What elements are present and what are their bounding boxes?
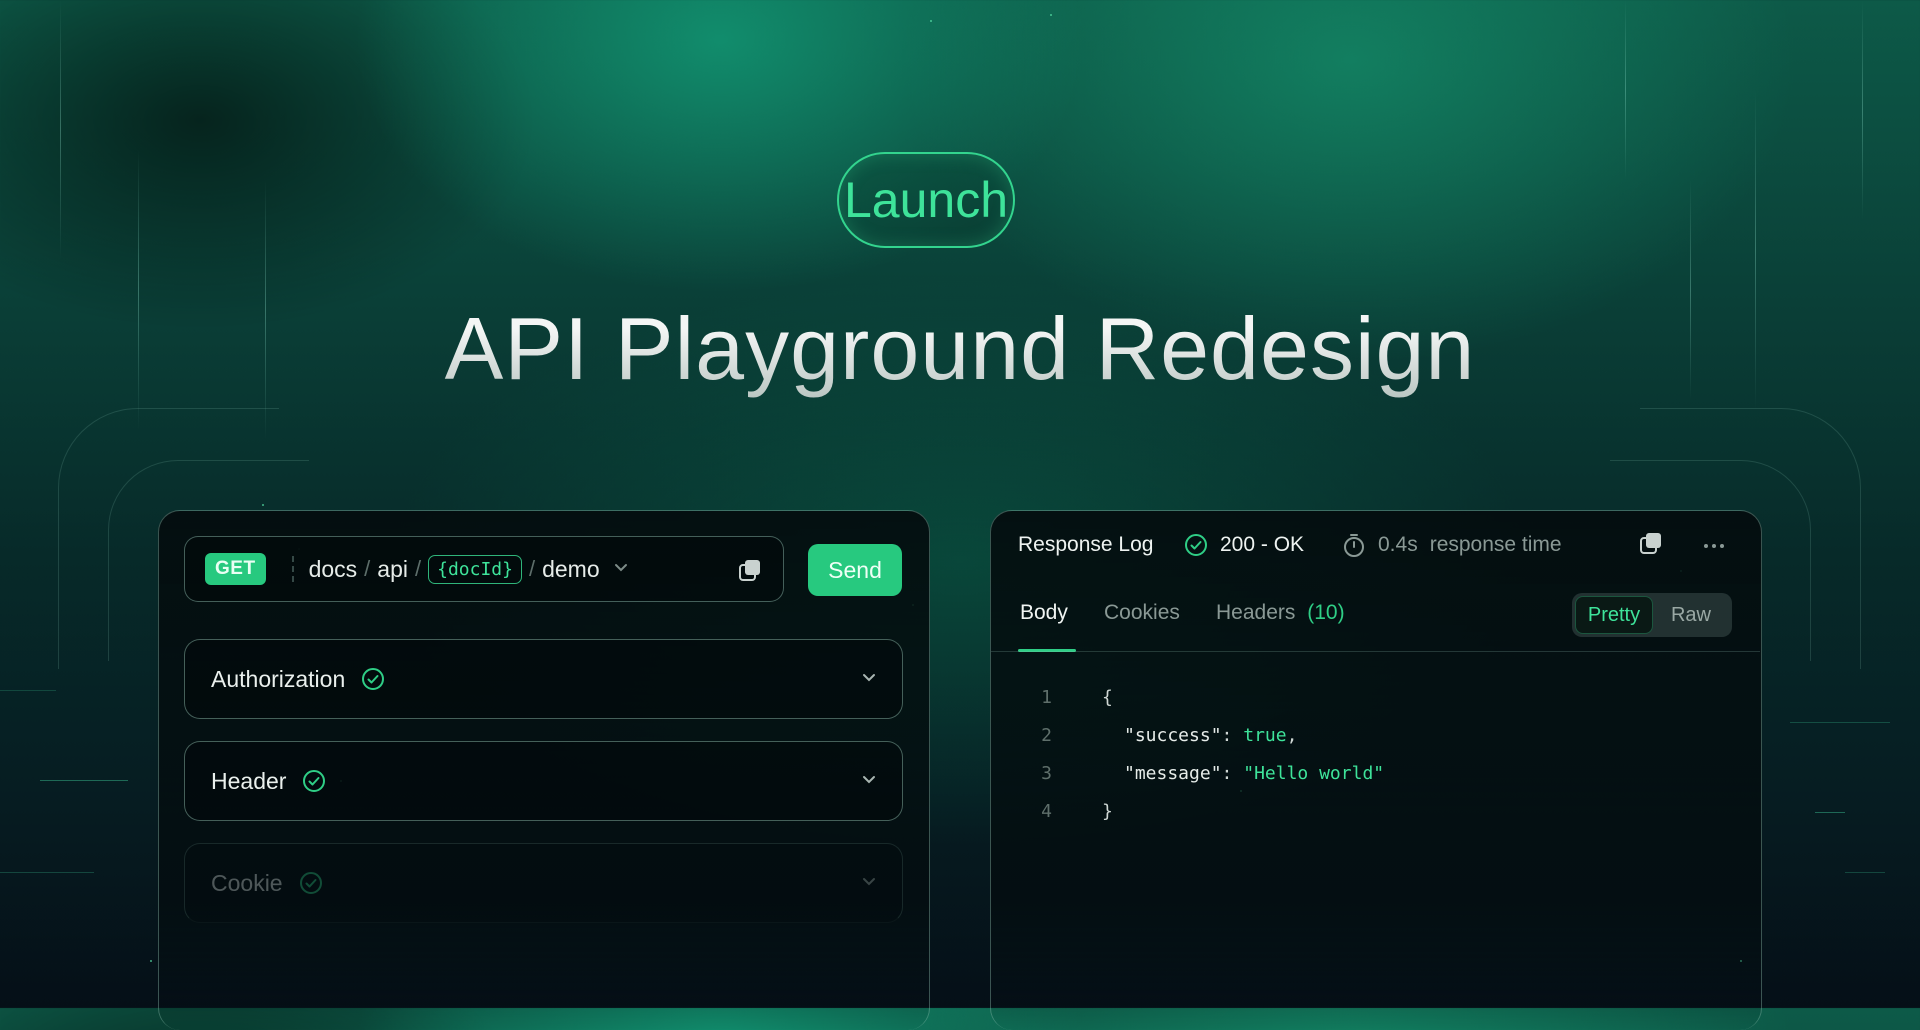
status-text: 200 - OK [1220, 533, 1305, 556]
decor-line [1862, 0, 1863, 220]
path-segment[interactable]: api [377, 556, 408, 583]
tab-cookies[interactable]: Cookies [1104, 601, 1180, 625]
code-line: 1 { [1028, 682, 1113, 712]
response-log-title: Response Log [1018, 530, 1153, 560]
time-value: 0.4s [1378, 533, 1418, 556]
json-colon: : [1221, 762, 1244, 784]
line-number: 1 [1041, 686, 1052, 708]
launch-badge: Launch [837, 152, 1015, 248]
response-log-label: Response Log [1018, 533, 1154, 556]
check-circle-icon [302, 769, 326, 793]
launch-badge-label: Launch [843, 172, 1009, 228]
line-number: 2 [1041, 724, 1052, 746]
chevron-down-icon[interactable] [862, 772, 876, 790]
code-line: 3 "message" : "Hello world" [1028, 758, 1384, 788]
chevron-down-icon[interactable] [862, 874, 876, 892]
path-separator: / [528, 556, 536, 581]
json-value: true [1243, 724, 1287, 746]
view-mode-toggle[interactable]: Pretty Raw [1572, 593, 1732, 637]
stopwatch-icon [1342, 532, 1366, 558]
raw-option[interactable]: Raw [1653, 596, 1729, 634]
path-separator: / [364, 556, 371, 581]
decor-line [1790, 722, 1890, 723]
tab-headers[interactable]: Headers (10) [1216, 601, 1345, 625]
code-line: 4 } [1028, 796, 1113, 826]
response-time: 0.4s response time [1342, 530, 1562, 560]
path-segment[interactable]: demo [542, 556, 600, 583]
path-separator: / [414, 556, 422, 581]
code-text: { [1102, 686, 1113, 708]
tab-headers-label: Headers [1216, 601, 1296, 624]
accordion-label: Authorization [211, 665, 346, 692]
decor-line [0, 690, 56, 691]
time-label: response time [1429, 533, 1562, 556]
accordion-label: Header [211, 767, 287, 794]
json-value: "Hello world" [1243, 762, 1385, 784]
code-line: 2 "success" : true , [1028, 720, 1297, 750]
decor-line [1845, 872, 1885, 873]
decor-dot [150, 960, 152, 962]
accordion-label: Cookie [211, 869, 283, 896]
decor-dot [262, 504, 264, 506]
copy-icon[interactable] [1638, 530, 1664, 561]
line-number: 3 [1041, 762, 1052, 784]
send-button[interactable]: Send [808, 544, 902, 596]
tab-headers-count: (10) [1307, 601, 1345, 624]
check-circle-icon [361, 667, 385, 691]
more-icon[interactable] [1702, 538, 1726, 556]
path-segment[interactable]: docs [309, 556, 358, 583]
tabs-divider [991, 651, 1760, 652]
status-indicator: 200 - OK [1184, 530, 1304, 560]
http-method-badge[interactable]: GET [205, 553, 266, 585]
accordion-authorization[interactable]: Authorization [184, 639, 903, 719]
chevron-down-icon[interactable] [614, 560, 628, 578]
pretty-option[interactable]: Pretty [1575, 596, 1653, 634]
line-number: 4 [1041, 800, 1052, 822]
accordion-cookie[interactable]: Cookie [184, 843, 903, 923]
copy-icon[interactable] [737, 557, 763, 588]
json-key: "message" [1124, 762, 1222, 784]
check-circle-icon [1184, 533, 1208, 557]
json-colon: : [1221, 724, 1244, 746]
page-title: API Playground Redesign [0, 298, 1920, 400]
url-divider [291, 556, 295, 582]
path-param[interactable]: {docId} [428, 554, 522, 584]
check-circle-icon [299, 871, 323, 895]
decor-line [1815, 812, 1845, 813]
decor-line [60, 0, 61, 260]
decor-dot [1050, 14, 1052, 16]
decor-line [40, 780, 128, 781]
decor-line [1625, 0, 1626, 180]
json-key: "success" [1124, 724, 1222, 746]
code-text: } [1102, 800, 1113, 822]
tab-body[interactable]: Body [1020, 601, 1068, 625]
accordion-header[interactable]: Header [184, 741, 903, 821]
json-comma: , [1286, 724, 1298, 746]
chevron-down-icon[interactable] [862, 670, 876, 688]
decor-dot [930, 20, 932, 22]
decor-line [0, 872, 94, 873]
url-bar[interactable]: GET docs / api / {docId} / demo [184, 536, 784, 602]
